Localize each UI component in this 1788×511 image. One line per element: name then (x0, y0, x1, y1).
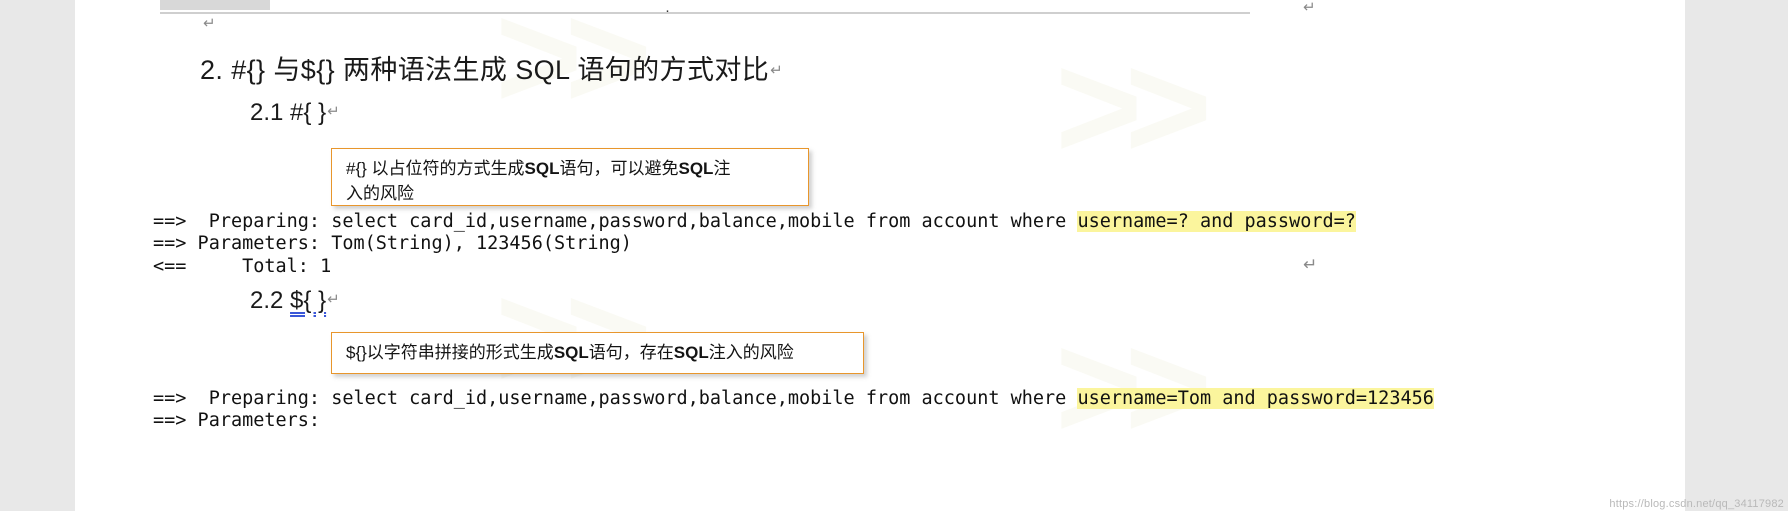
log-line-parameters-dollar: ==> Parameters: (153, 410, 331, 431)
heading-section-2-text: 2. #{} 与${} 两种语法生成 SQL 语句的方式对比 (200, 55, 770, 85)
callout-1-text-part3: 注 (713, 159, 731, 178)
callout-2-line: ${}以字符串拼接的形式生成SQL语句，存在SQL注入的风险 (346, 341, 794, 366)
paragraph-mark-middle-right: ↵ (1303, 255, 1318, 274)
callout-1-text-part1: #{} 以占位符的方式生成 (346, 159, 525, 178)
callout-1-text-line2: 入的风险 (346, 183, 414, 203)
log-line-2-prefix: ==> Parameters: Tom(String), 123456(Stri… (153, 233, 632, 254)
callout-1-text-part2: 语句，可以避免 (559, 159, 679, 178)
paragraph-mark: ↵ (327, 103, 340, 120)
callout-2-text-part3: 注入的风险 (708, 342, 794, 362)
heading-section-2-1: 2.1 #{ }↵ (250, 99, 340, 127)
log-line-4-prefix: ==> Preparing: select card_id,username,p… (153, 388, 1078, 409)
log-line-total: <== Total: 1 (153, 256, 331, 277)
log-line-parameters-hash: ==> Parameters: Tom(String), 123456(Stri… (153, 233, 632, 254)
log-line-1-prefix: ==> Preparing: select card_id,username,p… (153, 211, 1078, 232)
log-line-4-highlight: username=Tom and password=123456 (1077, 388, 1434, 409)
callout-1-bold-sql-1: SQL (524, 159, 560, 178)
callout-dollar-brace: ${}以字符串拼接的形式生成SQL语句，存在SQL注入的风险 (331, 332, 864, 374)
callout-2-bold-sql-1: SQL (553, 342, 589, 362)
log-line-3-prefix: <== Total: 1 (153, 256, 332, 277)
heading-section-2-1-text: 2.1 #{ } (250, 99, 327, 126)
heading-section-2-2-code[interactable]: ${ } (290, 287, 326, 314)
log-line-1-highlight: username=? and password=? (1077, 211, 1356, 232)
blog-credit-watermark: https://blog.csdn.net/qq_34117982 (1609, 498, 1784, 510)
callout-hash-brace: #{} 以占位符的方式生成SQL语句，可以避免SQL注 入的风险 (331, 148, 809, 206)
callout-2-text-part1: ${}以字符串拼接的形式生成 (346, 342, 554, 362)
callout-2-bold-sql-2: SQL (673, 342, 709, 362)
callout-1-bold-sql-2: SQL (678, 159, 714, 178)
paragraph-mark: ↵ (770, 62, 784, 79)
heading-section-2-2: 2.2 ${ }↵ (250, 287, 340, 315)
log-line-preparing-dollar: ==> Preparing: select card_id,username,p… (153, 388, 1434, 409)
paragraph-mark: ↵ (327, 291, 340, 308)
log-line-5-prefix: ==> Parameters: (153, 410, 332, 431)
document-page: >> >> >> >> · ↵ ↵ 2. #{} 与${} 两种语法生成 SQL… (75, 0, 1685, 511)
document-content: 2. #{} 与${} 两种语法生成 SQL 语句的方式对比↵ 2.1 #{ }… (75, 0, 1685, 511)
heading-section-2-2-number: 2.2 (250, 287, 291, 314)
heading-section-2: 2. #{} 与${} 两种语法生成 SQL 语句的方式对比↵ (200, 48, 783, 87)
callout-2-text-part2: 语句，存在 (588, 342, 674, 362)
log-line-preparing-hash: ==> Preparing: select card_id,username,p… (153, 211, 1356, 232)
